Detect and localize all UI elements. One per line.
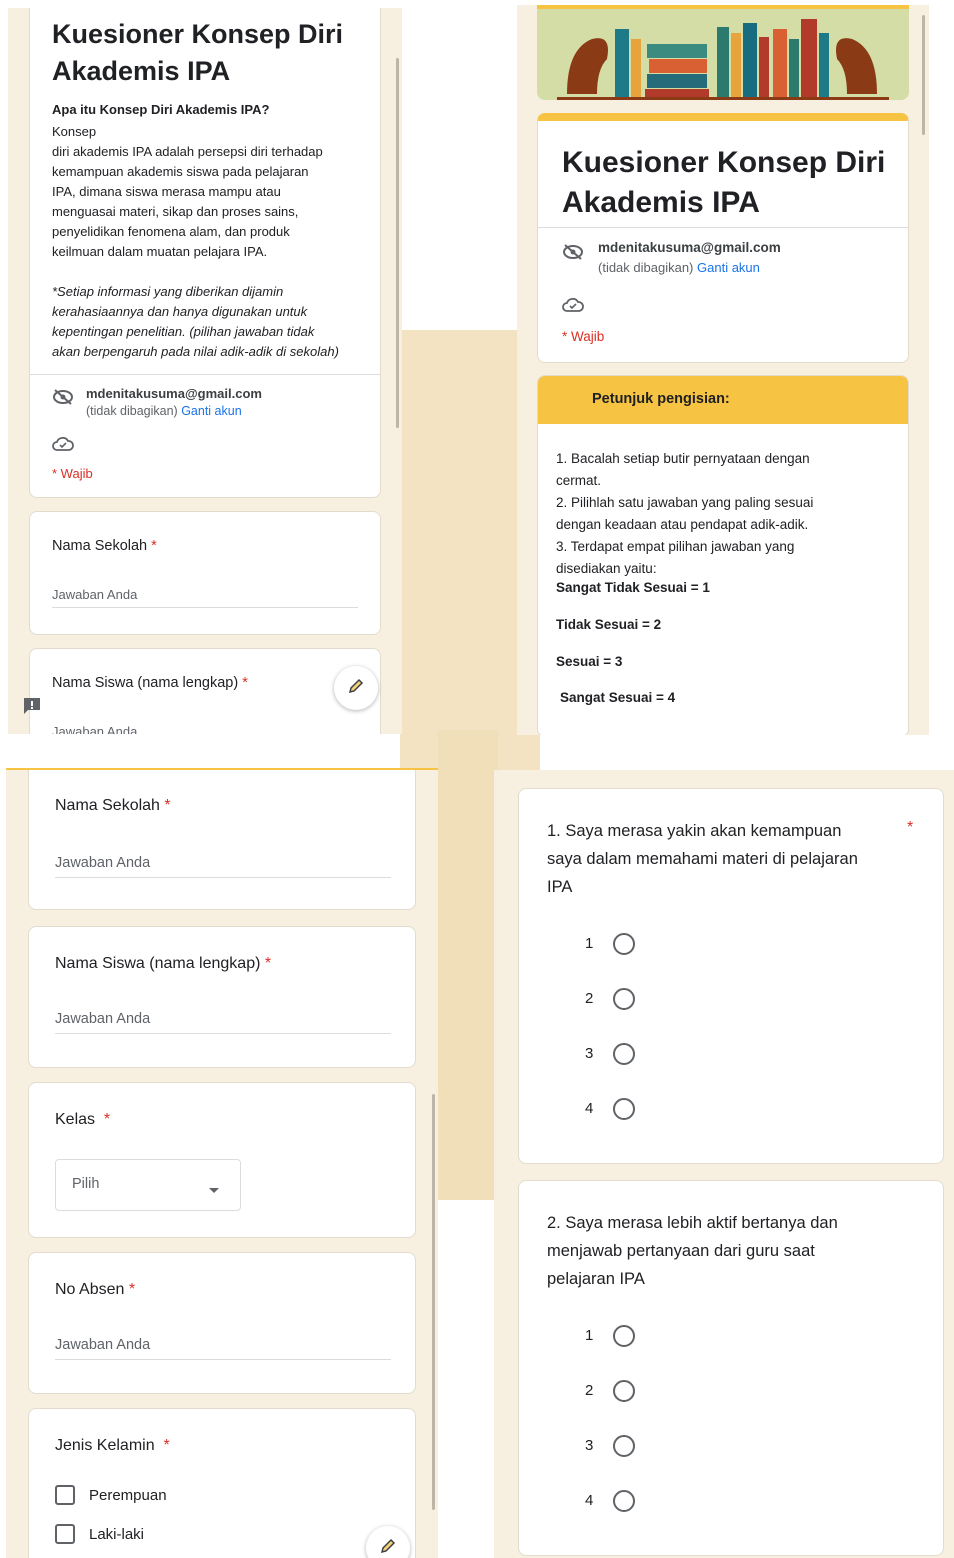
scale-strongly-agree: Sangat Sesuai = 4 xyxy=(560,690,676,705)
scrollbar[interactable] xyxy=(922,15,925,135)
scale-disagree: Tidak Sesuai = 2 xyxy=(556,617,662,632)
form-header-card: Kuesioner Konsep Diri Akademis IPA Apa i… xyxy=(29,8,381,498)
question-card-gender: Jenis Kelamin * Perempuan Laki-laki xyxy=(28,1408,416,1558)
not-shared-label: (tidak dibagikan) xyxy=(86,404,178,418)
option-label: 3 xyxy=(585,1437,594,1454)
dropdown-arrow-icon xyxy=(208,1182,220,1200)
screenshot-panel-1: Kuesioner Konsep Diri Akademis IPA Apa i… xyxy=(8,8,402,734)
option-label: 1 xyxy=(585,935,594,952)
question-card-student-name: Nama Siswa (nama lengkap) * Jawaban Anda xyxy=(28,926,416,1068)
instructions-text: 1. Bacalah setiap butir pernyataan denga… xyxy=(556,451,814,576)
question-label: No Absen * xyxy=(55,1281,136,1298)
question-card-2: 2. Saya merasa lebih aktif bertanya dan … xyxy=(518,1180,944,1556)
input-underline xyxy=(55,1359,391,1360)
input-underline xyxy=(52,607,358,608)
question-card-school: Nama Sekolah * Jawaban Anda xyxy=(29,511,381,635)
scale-agree: Sesuai = 3 xyxy=(556,654,623,669)
form-title: Kuesioner Konsep Diri Akademis IPA xyxy=(562,146,886,219)
scrollbar[interactable] xyxy=(432,1094,435,1510)
option-label: 2 xyxy=(585,1382,594,1399)
description-heading: Apa itu Konsep Diri Akademis IPA? xyxy=(52,102,270,117)
question-text: 1. Saya merasa yakin akan kemampuan saya… xyxy=(547,822,858,896)
option-label: 2 xyxy=(585,990,594,1007)
cloud-done-icon xyxy=(562,297,584,318)
screenshot-panel-4: 1. Saya merasa yakin akan kemampuan saya… xyxy=(494,770,954,1558)
eye-off-icon xyxy=(562,243,584,266)
switch-account-link[interactable]: Ganti akun xyxy=(181,404,241,418)
description: Konsep diri akademis IPA adalah persepsi… xyxy=(52,124,323,259)
input-underline xyxy=(55,877,391,878)
radio-option-4[interactable] xyxy=(613,1490,635,1512)
class-select[interactable]: Pilih xyxy=(55,1159,241,1211)
instructions-header: Petunjuk pengisian: xyxy=(538,376,908,424)
eye-off-icon xyxy=(52,388,74,411)
option-label: 1 xyxy=(585,1327,594,1344)
radio-option-1[interactable] xyxy=(613,1325,635,1347)
checkbox-female[interactable] xyxy=(55,1485,75,1505)
divider xyxy=(30,374,380,375)
radio-option-1[interactable] xyxy=(613,933,635,955)
bookshelf-illustration xyxy=(537,9,909,100)
required-mark: * xyxy=(907,819,914,836)
question-label: Nama Sekolah * xyxy=(52,538,157,554)
screenshot-panel-2: Kuesioner Konsep Diri Akademis IPA mdeni… xyxy=(517,5,929,735)
question-label: Jenis Kelamin * xyxy=(55,1437,170,1454)
option-label: Perempuan xyxy=(89,1487,167,1504)
option-label: 4 xyxy=(585,1492,594,1509)
option-label: Laki-laki xyxy=(89,1526,145,1543)
instructions-card: Petunjuk pengisian: 1. Bacalah setiap bu… xyxy=(537,375,909,735)
answer-input[interactable]: Jawaban Anda xyxy=(55,1011,150,1027)
question-card-class: Kelas * Pilih xyxy=(28,1082,416,1238)
answer-input[interactable]: Jawaban Anda xyxy=(52,587,137,602)
radio-option-4[interactable] xyxy=(613,1098,635,1120)
question-label: Nama Siswa (nama lengkap) * xyxy=(55,955,272,972)
question-card-1: 1. Saya merasa yakin akan kemampuan saya… xyxy=(518,788,944,1164)
question-label: Kelas * xyxy=(55,1111,111,1128)
divider xyxy=(538,227,908,228)
answer-input[interactable]: Jawaban Anda xyxy=(55,855,150,871)
input-underline xyxy=(55,1033,391,1034)
question-label: Nama Sekolah * xyxy=(55,797,171,814)
option-label: 3 xyxy=(585,1045,594,1062)
account-email: mdenitakusuma@gmail.com xyxy=(598,240,781,255)
question-card-absen: No Absen * Jawaban Anda xyxy=(28,1252,416,1394)
background-strip xyxy=(438,730,498,1200)
answer-input[interactable]: Jawaban Anda xyxy=(52,724,137,734)
header-banner xyxy=(537,5,909,100)
question-card-student-name: Nama Siswa (nama lengkap) * Jawaban Anda xyxy=(29,648,381,734)
switch-account-link[interactable]: Ganti akun xyxy=(697,260,760,275)
feedback-icon[interactable] xyxy=(22,696,42,721)
form-title: Kuesioner Konsep Diri Akademis IPA xyxy=(52,19,344,86)
question-label: Nama Siswa (nama lengkap) * xyxy=(52,675,248,691)
checkbox-male[interactable] xyxy=(55,1524,75,1544)
pencil-icon xyxy=(347,677,365,700)
pencil-icon xyxy=(379,1537,397,1558)
radio-option-2[interactable] xyxy=(613,988,635,1010)
edit-button[interactable] xyxy=(334,666,378,710)
scrollbar[interactable] xyxy=(396,58,399,428)
radio-option-3[interactable] xyxy=(613,1435,635,1457)
select-placeholder: Pilih xyxy=(72,1176,100,1192)
required-note: * Wajib xyxy=(52,466,93,481)
question-text: 2. Saya merasa lebih aktif bertanya dan … xyxy=(547,1214,838,1288)
not-shared-label: (tidak dibagikan) xyxy=(598,260,694,275)
radio-option-3[interactable] xyxy=(613,1043,635,1065)
instructions-title: Petunjuk pengisian: xyxy=(592,391,730,407)
form-header-card: Kuesioner Konsep Diri Akademis IPA mdeni… xyxy=(537,113,909,363)
screenshot-panel-3: Nama Sekolah * Jawaban Anda Nama Siswa (… xyxy=(6,768,438,1558)
question-card-school: Nama Sekolah * Jawaban Anda xyxy=(28,770,416,910)
cloud-done-icon xyxy=(52,436,74,457)
scale-strongly-disagree: Sangat Tidak Sesuai = 1 xyxy=(556,580,710,595)
radio-option-2[interactable] xyxy=(613,1380,635,1402)
required-note: * Wajib xyxy=(562,329,605,344)
privacy-note: *Setiap informasi yang diberikan dijamin… xyxy=(52,284,339,359)
option-label: 4 xyxy=(585,1100,594,1117)
account-email: mdenitakusuma@gmail.com xyxy=(86,386,262,401)
answer-input[interactable]: Jawaban Anda xyxy=(55,1337,150,1353)
